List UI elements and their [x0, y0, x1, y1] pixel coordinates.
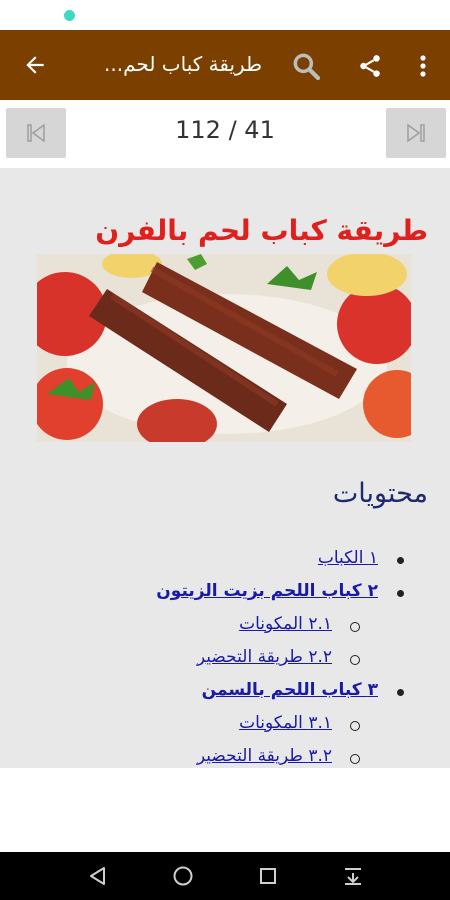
app-bar: طريقة كباب لحم... — [0, 30, 450, 100]
toc-link[interactable]: ٢.٢ طريقة التحضير — [197, 647, 332, 667]
arrow-left-icon[interactable] — [18, 48, 52, 82]
toc-link[interactable]: ٣.٢ طريقة التحضير — [197, 746, 332, 766]
nav-recents-icon[interactable] — [254, 862, 282, 890]
toc-item: ٣.١ المكونات — [44, 713, 404, 746]
toc-link[interactable]: ٣.١ المكونات — [239, 713, 332, 733]
toc-item: ٣ كباب اللحم بالسمن — [44, 680, 404, 713]
toc-link[interactable]: ٢.١ المكونات — [239, 614, 332, 634]
bottom-blank-area — [0, 768, 450, 852]
nav-download-icon[interactable] — [339, 862, 367, 890]
share-icon[interactable] — [352, 48, 388, 84]
nav-home-icon[interactable] — [169, 862, 197, 890]
skip-first-button[interactable] — [6, 108, 66, 158]
kebab-image — [37, 254, 411, 442]
toc-link[interactable]: ٣ كباب اللحم بالسمن — [202, 680, 378, 700]
pager: 112 / 41 — [0, 100, 450, 168]
toc-item: ٢ كباب اللحم بزيت الزيتون — [44, 581, 404, 614]
skip-last-button[interactable] — [386, 108, 446, 158]
article-content[interactable]: طريقة كباب لحم بالفرن محتويات ١ الكباب ٢… — [0, 168, 450, 768]
notification-dot-icon — [64, 10, 75, 21]
toc-item: ٢.٢ طريقة التحضير — [44, 647, 404, 680]
toc-item: ١ الكباب — [44, 548, 404, 581]
toc-item: ٣.٢ طريقة التحضير — [44, 746, 404, 768]
toc-link[interactable]: ٢ كباب اللحم بزيت الزيتون — [156, 581, 378, 601]
system-nav-bar — [0, 852, 450, 900]
nav-back-icon[interactable] — [84, 862, 112, 890]
page-counter: 112 / 41 — [175, 116, 275, 144]
more-vert-icon[interactable] — [408, 48, 438, 84]
toc-heading: محتويات — [332, 478, 428, 509]
article-title: طريقة كباب لحم بالفرن — [95, 214, 428, 247]
toc-list: ١ الكباب ٢ كباب اللحم بزيت الزيتون ٢.١ ا… — [44, 548, 404, 768]
status-bar — [0, 0, 450, 30]
page-title: طريقة كباب لحم... — [104, 52, 262, 76]
skip-last-icon — [407, 123, 425, 143]
toc-item: ٢.١ المكونات — [44, 614, 404, 647]
search-icon[interactable] — [288, 48, 324, 84]
skip-first-icon — [27, 123, 45, 143]
toc-link[interactable]: ١ الكباب — [318, 548, 378, 568]
